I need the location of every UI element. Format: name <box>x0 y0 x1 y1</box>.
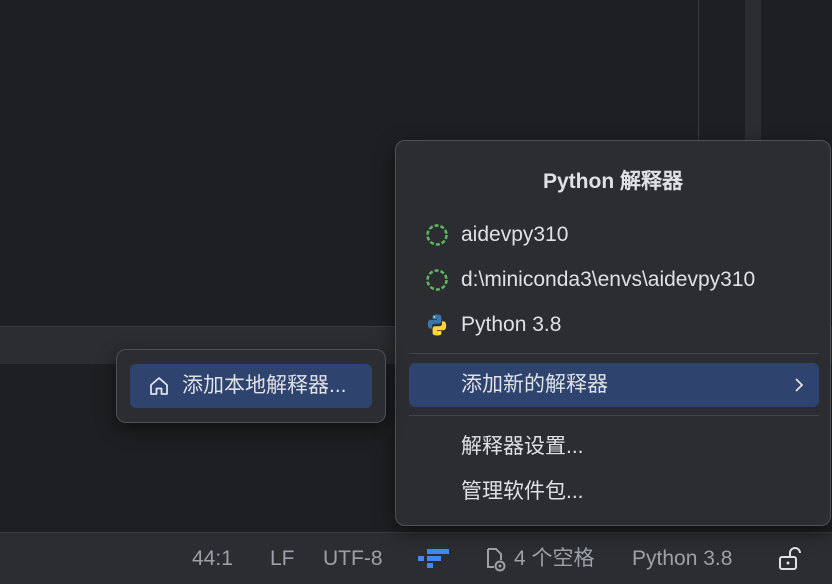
add-interpreter-submenu: 添加本地解释器... <box>116 349 386 423</box>
interpreter-label: Python 3.8 <box>461 313 562 336</box>
python-logo-icon <box>425 313 449 337</box>
unlock-icon[interactable] <box>776 545 804 578</box>
home-icon <box>148 375 170 397</box>
conda-env-icon <box>425 268 449 292</box>
manage-packages-label: 管理软件包... <box>461 480 584 503</box>
interpreter-label: aidevpy310 <box>461 223 569 246</box>
encoding-widget[interactable]: UTF-8 <box>323 533 383 584</box>
interpreter-settings-item[interactable]: 解释器设置... <box>409 425 819 469</box>
interpreter-label: d:\miniconda3\envs\aidevpy310 <box>461 268 756 291</box>
interpreter-item-conda-path[interactable]: d:\miniconda3\envs\aidevpy310 <box>409 258 819 302</box>
add-local-interpreter-item[interactable]: 添加本地解释器... <box>130 364 372 408</box>
chevron-right-icon <box>789 375 809 395</box>
divider <box>409 353 819 354</box>
interpreter-widget[interactable]: Python 3.8 <box>632 533 732 584</box>
interpreter-item-python38[interactable]: Python 3.8 <box>409 303 819 347</box>
add-new-interpreter-item[interactable]: 添加新的解释器 <box>409 363 819 407</box>
add-new-interpreter-label: 添加新的解释器 <box>461 373 608 396</box>
divider <box>409 415 819 416</box>
indent-widget[interactable]: 4 个空格 <box>514 533 595 584</box>
manage-packages-item[interactable]: 管理软件包... <box>409 470 819 514</box>
interpreter-settings-label: 解释器设置... <box>461 435 584 458</box>
plugin-status-icon[interactable] <box>417 547 451 576</box>
line-ending-widget[interactable]: LF <box>270 533 295 584</box>
python-interpreter-popup: Python 解释器 aidevpy310 d:\miniconda3\envs… <box>395 140 831 526</box>
status-bar: 44:1 LF UTF-8 4 个空格 Python 3.8 <box>0 532 832 584</box>
indent-settings-icon <box>482 545 508 578</box>
interpreter-item-aidevpy310[interactable]: aidevpy310 <box>409 213 819 257</box>
caret-position-widget[interactable]: 44:1 <box>192 533 233 584</box>
popup-title: Python 解释器 <box>543 170 683 193</box>
conda-env-icon <box>425 223 449 247</box>
add-local-interpreter-label: 添加本地解释器... <box>182 374 347 397</box>
